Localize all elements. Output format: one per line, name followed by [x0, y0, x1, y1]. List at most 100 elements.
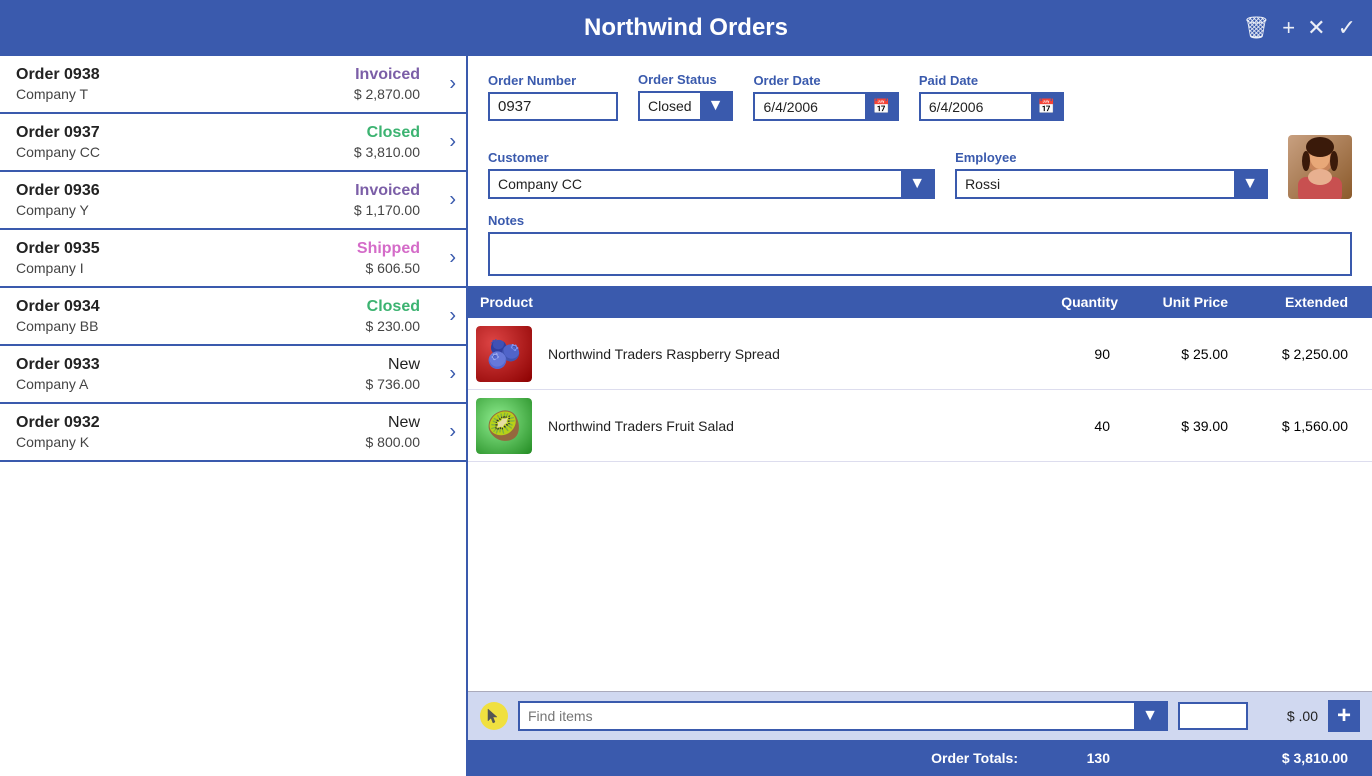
order-status: New	[388, 356, 420, 374]
order-totals-label: Order Totals:	[476, 750, 1034, 766]
order-arrow-icon: ›	[449, 363, 456, 386]
order-amount: $ 3,810.00	[354, 144, 420, 160]
order-date-label: Order Date	[753, 73, 898, 88]
product-unit-price: $ 39.00	[1134, 418, 1244, 434]
order-arrow-icon: ›	[449, 189, 456, 212]
order-status: Closed	[367, 124, 420, 142]
order-number: Order 0935	[16, 240, 100, 258]
order-company: Company T	[16, 86, 88, 102]
customer-group: Customer Company CC ▼	[488, 150, 935, 199]
customer-value: Company CC	[490, 172, 901, 196]
unit-price-col-header: Unit Price	[1134, 294, 1244, 310]
order-company: Company CC	[16, 144, 100, 160]
employee-dropdown-btn[interactable]: ▼	[1234, 171, 1266, 197]
product-quantity: 40	[1034, 418, 1134, 434]
product-row: Northwind Traders Raspberry Spread 90 $ …	[468, 318, 1372, 390]
order-status: Shipped	[357, 240, 420, 258]
order-status-value: Closed	[640, 94, 700, 118]
app-header: Northwind Orders 🗑 + ✕ ✓	[0, 0, 1372, 56]
order-number-group: Order Number	[488, 73, 618, 121]
add-icon[interactable]: +	[1282, 15, 1295, 41]
paid-date-input[interactable]	[921, 95, 1031, 119]
order-number-input[interactable]	[488, 92, 618, 121]
order-number: Order 0938	[16, 66, 100, 84]
order-company: Company Y	[16, 202, 89, 218]
check-icon[interactable]: ✓	[1338, 15, 1356, 41]
cursor-indicator	[480, 702, 508, 730]
app-title: Northwind Orders	[584, 14, 788, 42]
order-company: Company I	[16, 260, 84, 276]
add-item-price: $ .00	[1258, 708, 1318, 724]
order-number: Order 0932	[16, 414, 100, 432]
close-icon[interactable]: ✕	[1307, 15, 1325, 41]
order-number: Order 0934	[16, 298, 100, 316]
product-image	[476, 326, 532, 382]
customer-dropdown-btn[interactable]: ▼	[901, 171, 933, 197]
paid-date-wrapper: 📅	[919, 92, 1064, 121]
raspberry-image	[476, 326, 532, 382]
order-company: Company A	[16, 376, 88, 392]
product-extended: $ 1,560.00	[1244, 418, 1364, 434]
main-layout: Order 0938 Invoiced Company T $ 2,870.00…	[0, 56, 1372, 776]
extended-col-header: Extended	[1244, 294, 1364, 310]
order-arrow-icon: ›	[449, 421, 456, 444]
order-form: Order Number Order Status Closed ▼ Order…	[468, 56, 1372, 286]
order-amount: $ 736.00	[366, 376, 421, 392]
order-company: Company BB	[16, 318, 98, 334]
orders-list: Order 0938 Invoiced Company T $ 2,870.00…	[0, 56, 468, 776]
notes-label: Notes	[488, 213, 1352, 228]
order-list-item[interactable]: Order 0937 Closed Company CC $ 3,810.00 …	[0, 114, 466, 172]
product-name: Northwind Traders Fruit Salad	[540, 418, 1034, 434]
delete-icon[interactable]: 🗑	[1242, 15, 1270, 41]
order-company: Company K	[16, 434, 89, 450]
order-totals-row: Order Totals: 130 $ 3,810.00	[468, 740, 1372, 776]
order-arrow-icon: ›	[449, 305, 456, 328]
order-status-label: Order Status	[638, 72, 733, 87]
order-date-input[interactable]	[755, 95, 865, 119]
add-item-button[interactable]: +	[1328, 700, 1360, 732]
employee-select-wrapper: Rossi ▼	[955, 169, 1268, 199]
form-row-1: Order Number Order Status Closed ▼ Order…	[488, 72, 1352, 121]
order-list-item[interactable]: Order 0935 Shipped Company I $ 606.50 ›	[0, 230, 466, 288]
order-status: Closed	[367, 298, 420, 316]
order-status: Invoiced	[355, 66, 420, 84]
find-items-input[interactable]	[520, 704, 1134, 728]
employee-label: Employee	[955, 150, 1268, 165]
find-items-dropdown-btn[interactable]: ▼	[1134, 703, 1166, 729]
order-status: New	[388, 414, 420, 432]
order-status: Invoiced	[355, 182, 420, 200]
employee-photo	[1288, 135, 1352, 199]
order-arrow-icon: ›	[449, 73, 456, 96]
order-list-item[interactable]: Order 0936 Invoiced Company Y $ 1,170.00…	[0, 172, 466, 230]
paid-date-label: Paid Date	[919, 73, 1064, 88]
order-list-item[interactable]: Order 0938 Invoiced Company T $ 2,870.00…	[0, 56, 466, 114]
find-items-wrapper: ▼	[518, 701, 1168, 731]
order-list-item[interactable]: Order 0932 New Company K $ 800.00 ›	[0, 404, 466, 462]
order-list-item[interactable]: Order 0934 Closed Company BB $ 230.00 ›	[0, 288, 466, 346]
product-quantity: 90	[1034, 346, 1134, 362]
order-detail: Order Number Order Status Closed ▼ Order…	[468, 56, 1372, 776]
order-list-item[interactable]: Order 0933 New Company A $ 736.00 ›	[0, 346, 466, 404]
notes-input[interactable]	[488, 232, 1352, 276]
order-number: Order 0937	[16, 124, 100, 142]
header-toolbar: 🗑 + ✕ ✓	[1242, 15, 1356, 41]
products-table-header: Product Quantity Unit Price Extended	[468, 286, 1372, 318]
product-extended: $ 2,250.00	[1244, 346, 1364, 362]
form-row-2: Customer Company CC ▼ Employee Rossi ▼	[488, 135, 1352, 199]
add-item-qty-input[interactable]	[1178, 702, 1248, 730]
order-amount: $ 606.50	[366, 260, 421, 276]
order-number: Order 0936	[16, 182, 100, 200]
order-amount: $ 230.00	[366, 318, 421, 334]
products-area: Product Quantity Unit Price Extended Nor…	[468, 286, 1372, 776]
order-status-dropdown-btn[interactable]: ▼	[700, 93, 732, 119]
product-unit-price: $ 25.00	[1134, 346, 1244, 362]
order-arrow-icon: ›	[449, 247, 456, 270]
product-image	[476, 398, 532, 454]
order-number: Order 0933	[16, 356, 100, 374]
quantity-col-header: Quantity	[1034, 294, 1134, 310]
product-name: Northwind Traders Raspberry Spread	[540, 346, 1034, 362]
order-amount: $ 2,870.00	[354, 86, 420, 102]
paid-date-picker-btn[interactable]: 📅	[1031, 94, 1062, 119]
fruitsalad-image	[476, 398, 532, 454]
order-date-picker-btn[interactable]: 📅	[865, 94, 896, 119]
